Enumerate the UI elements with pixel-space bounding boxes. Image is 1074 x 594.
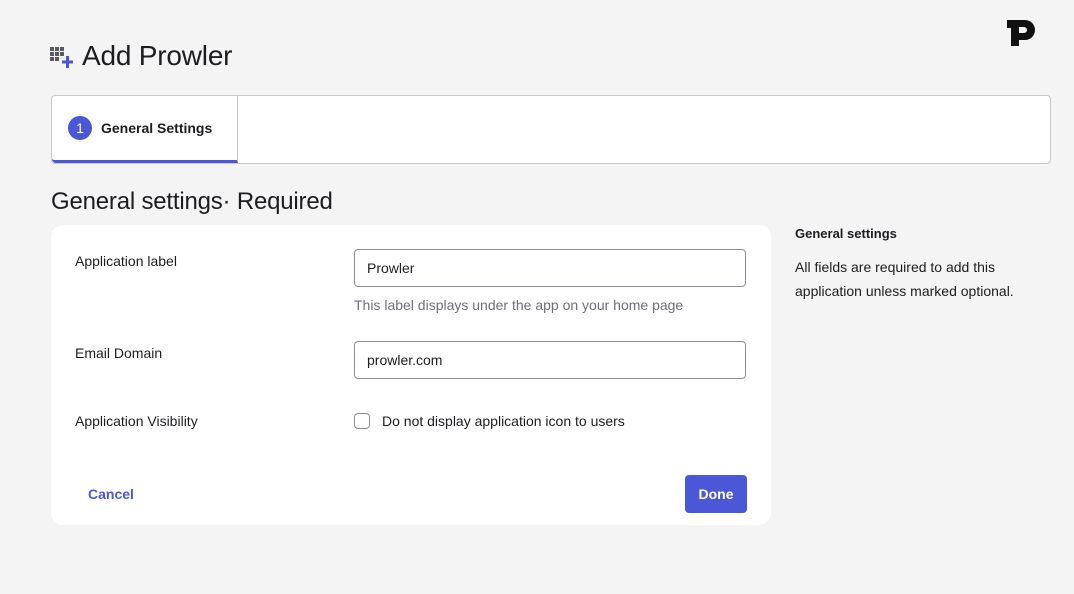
email-domain-input[interactable] [354, 341, 746, 379]
step-number-badge: 1 [68, 116, 92, 140]
cancel-button[interactable]: Cancel [75, 475, 147, 513]
done-button[interactable]: Done [685, 475, 747, 513]
section-heading: General settings· Required [51, 188, 333, 215]
sidebar-info: General settings All fields are required… [795, 226, 1045, 303]
sidebar-title: General settings [795, 226, 897, 241]
wizard-stepper: 1 General Settings [51, 95, 1051, 164]
hide-app-icon-checkbox[interactable] [354, 413, 370, 429]
app-visibility-field-label: Application Visibility [75, 413, 198, 429]
page-header: Add Prowler [50, 40, 233, 72]
page-title: Add Prowler [82, 40, 233, 71]
step-tab-general-settings[interactable]: 1 General Settings [52, 96, 238, 163]
hide-app-icon-checkbox-label[interactable]: Do not display application icon to users [382, 413, 625, 429]
app-label-field-label: Application label [75, 253, 177, 269]
app-label-help-text: This label displays under the app on you… [354, 297, 684, 313]
general-settings-form: Application label This label displays un… [51, 225, 771, 525]
prowler-p-logo [1005, 18, 1037, 48]
email-domain-field-label: Email Domain [75, 345, 163, 361]
step-label: General Settings [101, 120, 213, 136]
sidebar-text: All fields are required to add this appl… [795, 259, 1014, 299]
app-label-input[interactable] [354, 249, 746, 287]
app-grid-add-icon [50, 43, 74, 69]
